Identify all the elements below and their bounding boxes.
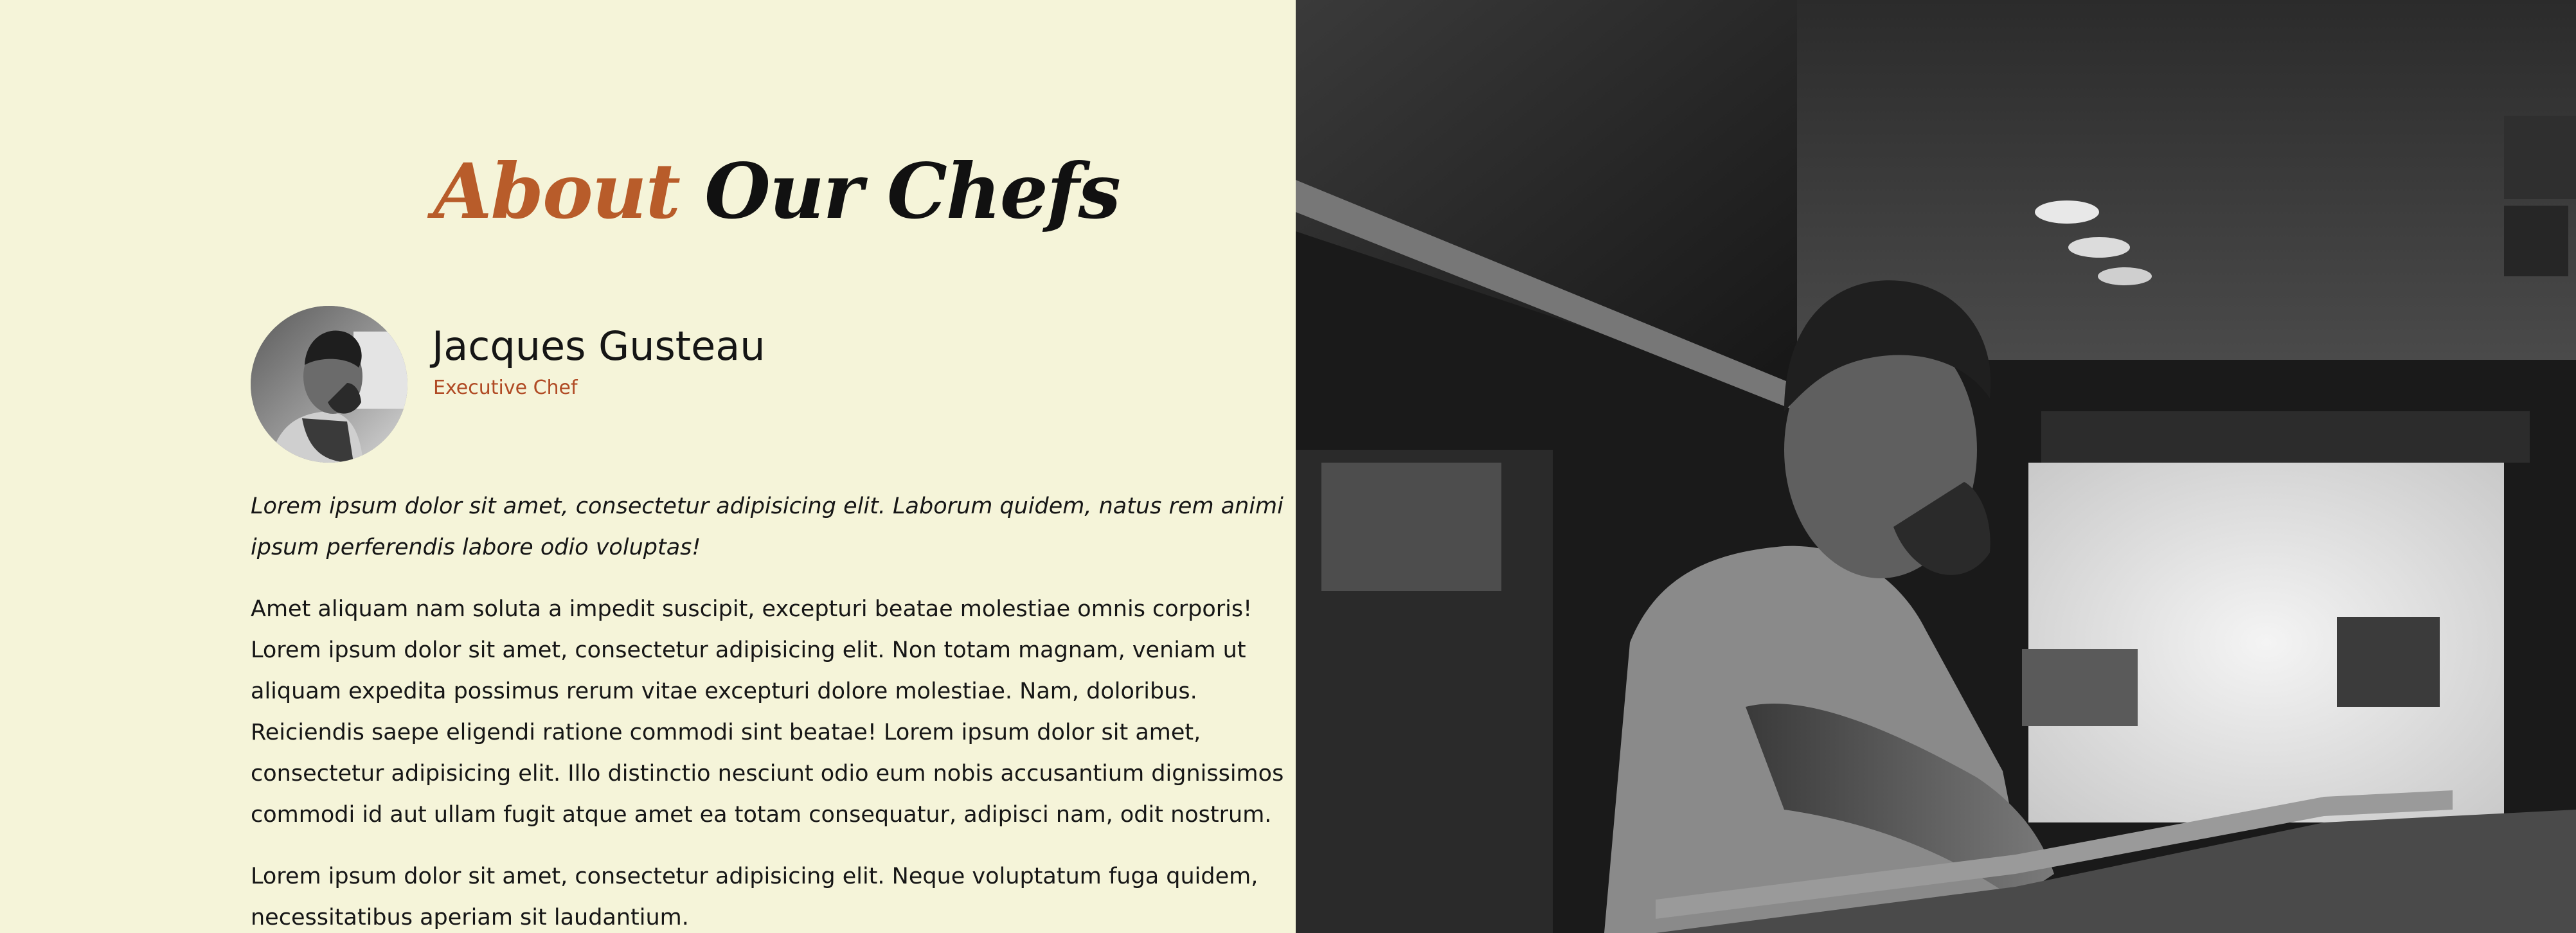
chef-role: Executive Chef [433, 377, 578, 399]
chef-name: Jacques Gusteau [432, 323, 765, 369]
bio-paragraph: Lorem ipsum dolor sit amet, consectetur … [251, 864, 1258, 930]
bio-paragraph: Amet aliquam nam soluta a impedit suscip… [251, 596, 1284, 828]
content-panel: About Our Chefs Jacques Gusteau Executiv… [0, 0, 1296, 933]
chef-photo [1296, 0, 2576, 933]
heading-main: Our Chefs [704, 147, 1121, 236]
chef-avatar-image [251, 306, 407, 463]
heading-accent: About [433, 147, 681, 236]
chef-avatar [251, 306, 407, 463]
bio-intro: Lorem ipsum dolor sit amet, consectetur … [251, 493, 1284, 560]
chef-bio: Lorem ipsum dolor sit amet, consectetur … [251, 486, 1285, 933]
kitchen-photo-image [1296, 0, 2576, 933]
about-chefs-section: About Our Chefs Jacques Gusteau Executiv… [0, 0, 2576, 933]
